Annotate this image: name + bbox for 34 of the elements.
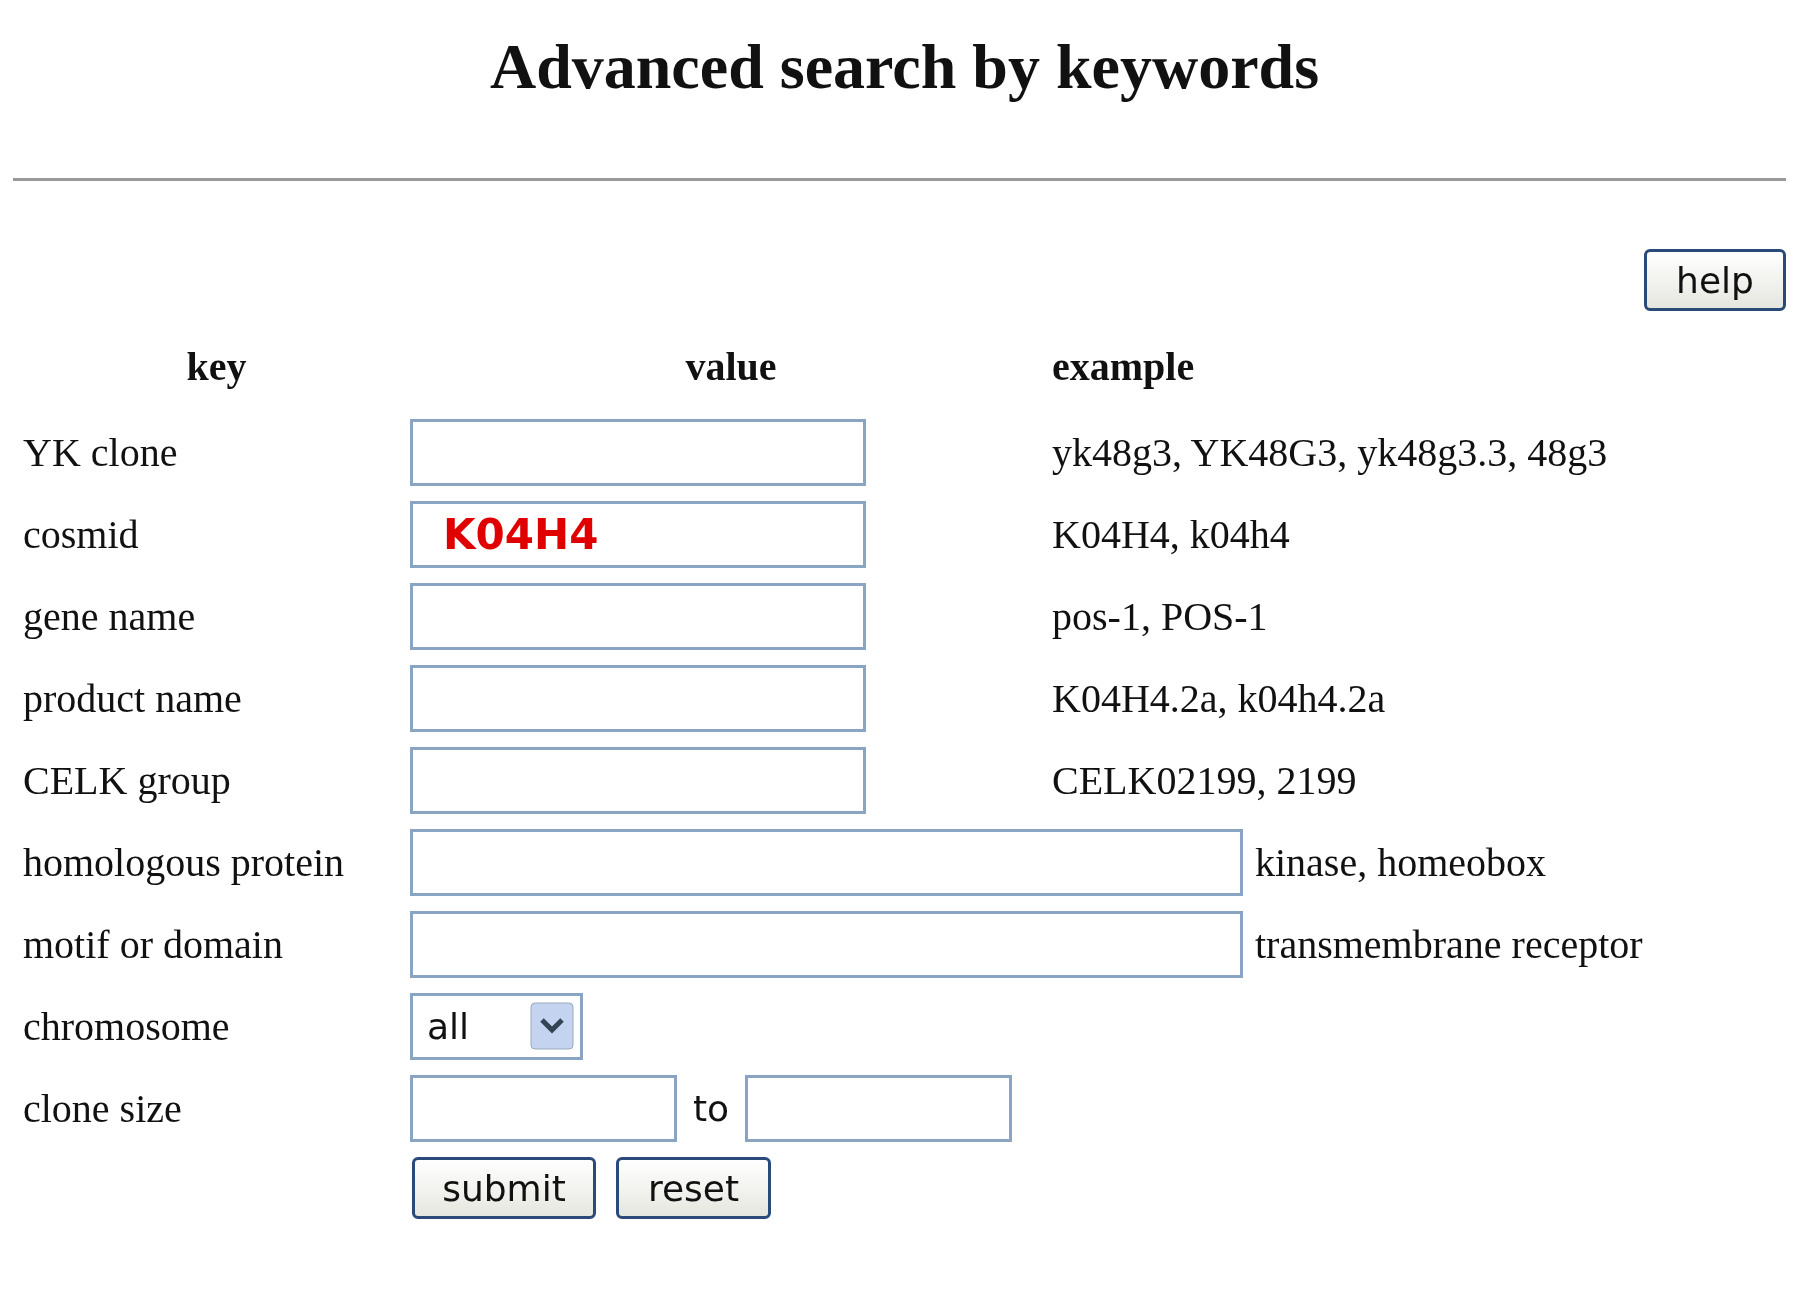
field-label: chromosome <box>23 1002 231 1050</box>
example-text: transmembrane receptor <box>1255 920 1643 968</box>
example-text: K04H4, k04h4 <box>1052 510 1290 558</box>
field-label: motif or domain <box>23 920 284 968</box>
column-header: value <box>684 342 778 390</box>
text-field[interactable] <box>410 910 1243 978</box>
example-text: kinase, homeobox <box>1255 838 1547 886</box>
example-text: K04H4.2a, k04h4.2a <box>1052 674 1386 722</box>
text-field[interactable] <box>745 1074 1013 1142</box>
reset-button[interactable]: reset <box>616 1157 771 1219</box>
field-label: gene name <box>23 592 197 640</box>
example-text: CELK02199, 2199 <box>1052 756 1357 804</box>
field-label: cosmid <box>23 510 140 558</box>
page-title: Advanced search by keywords <box>488 30 1321 104</box>
text-field[interactable] <box>410 664 866 732</box>
text-field[interactable] <box>410 828 1243 896</box>
column-header: key <box>185 342 248 390</box>
field-label: YK clone <box>23 428 179 476</box>
field-label: homologous protein <box>23 838 346 886</box>
text-field[interactable]: K04H4 <box>410 500 866 568</box>
range-separator: to <box>693 1087 730 1129</box>
text-field[interactable] <box>410 746 866 814</box>
submit-button[interactable]: submit <box>412 1157 596 1219</box>
field-label: clone size <box>23 1084 183 1132</box>
text-field[interactable] <box>410 1074 677 1142</box>
text-field[interactable] <box>410 418 866 486</box>
text-field[interactable] <box>410 582 866 650</box>
field-label: CELK group <box>23 756 232 804</box>
chromosome-dropdown[interactable]: all <box>410 992 583 1060</box>
help-button[interactable]: help <box>1644 249 1786 311</box>
field-label: product name <box>23 674 243 722</box>
example-text: yk48g3, YK48G3, yk48g3.3, 48g3 <box>1052 428 1608 476</box>
example-text: pos-1, POS-1 <box>1052 592 1268 640</box>
column-header: example <box>1052 342 1196 390</box>
